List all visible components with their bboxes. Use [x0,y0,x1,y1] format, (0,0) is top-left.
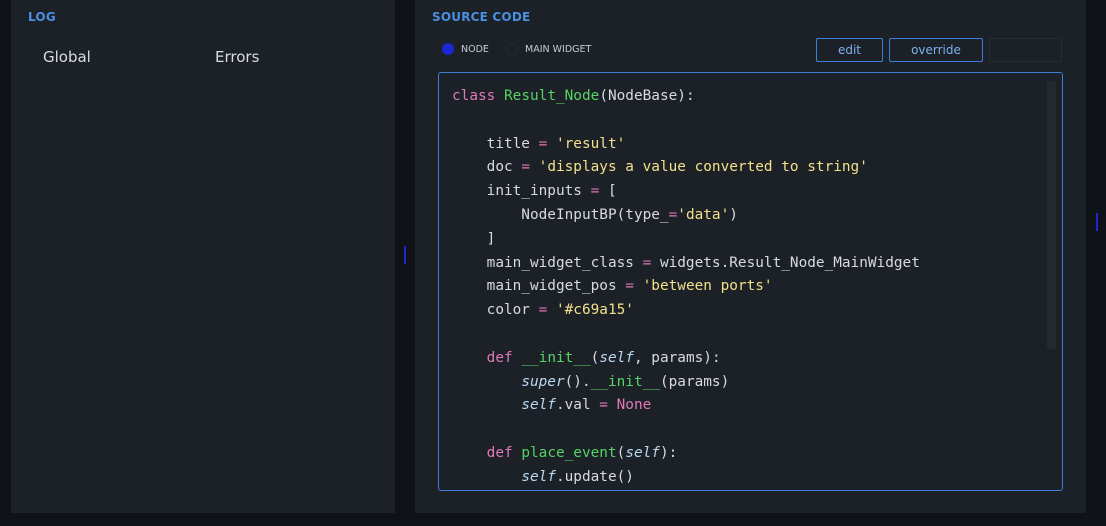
code-line[interactable]: super().__init__(params) [452,371,920,395]
code-editor[interactable]: class Result_Node(NodeBase):​ title = 'r… [438,72,1063,491]
override-button[interactable]: override [889,38,983,62]
code-line[interactable]: class Result_Node(NodeBase): [452,85,920,109]
code-line[interactable]: main_widget_class = widgets.Result_Node_… [452,252,920,276]
code-line[interactable]: def __init__(self, params): [452,347,920,371]
source-code-panel: SOURCE CODE NODE MAIN WIDGET edit overri… [415,0,1086,513]
radio-node-label: NODE [461,43,489,55]
code-line[interactable]: self.val = None [452,394,920,418]
radio-unselected-icon [506,43,518,55]
edit-button[interactable]: edit [816,38,883,62]
code-line[interactable]: self.update() [452,466,920,490]
code-text[interactable]: class Result_Node(NodeBase):​ title = 'r… [452,85,920,490]
log-title: LOG [28,10,56,24]
code-line[interactable]: main_widget_pos = 'between ports' [452,275,920,299]
code-line[interactable]: color = '#c69a15' [452,299,920,323]
tab-global[interactable]: Global [43,48,91,66]
code-line[interactable]: NodeInputBP(type_='data') [452,204,920,228]
log-panel: LOG Global Errors [11,0,395,513]
disabled-button [989,38,1062,62]
splitter-handle-right[interactable] [1096,213,1098,231]
radio-main-widget-label: MAIN WIDGET [525,43,592,55]
code-line[interactable]: init_inputs = [ [452,180,920,204]
tab-errors[interactable]: Errors [215,48,259,66]
code-line[interactable]: ​ [452,323,920,347]
radio-main-widget[interactable]: MAIN WIDGET [506,43,591,55]
radio-node[interactable]: NODE [442,43,489,55]
code-line[interactable]: ​ [452,418,920,442]
code-line[interactable]: title = 'result' [452,133,920,157]
code-scrollbar[interactable] [1047,81,1056,349]
splitter-handle-left[interactable] [404,246,406,264]
code-line[interactable]: ] [452,228,920,252]
code-line[interactable]: doc = 'displays a value converted to str… [452,156,920,180]
code-line[interactable]: ​ [452,109,920,133]
code-line[interactable]: def place_event(self): [452,442,920,466]
radio-selected-icon [442,43,454,55]
source-code-title: SOURCE CODE [432,10,531,24]
